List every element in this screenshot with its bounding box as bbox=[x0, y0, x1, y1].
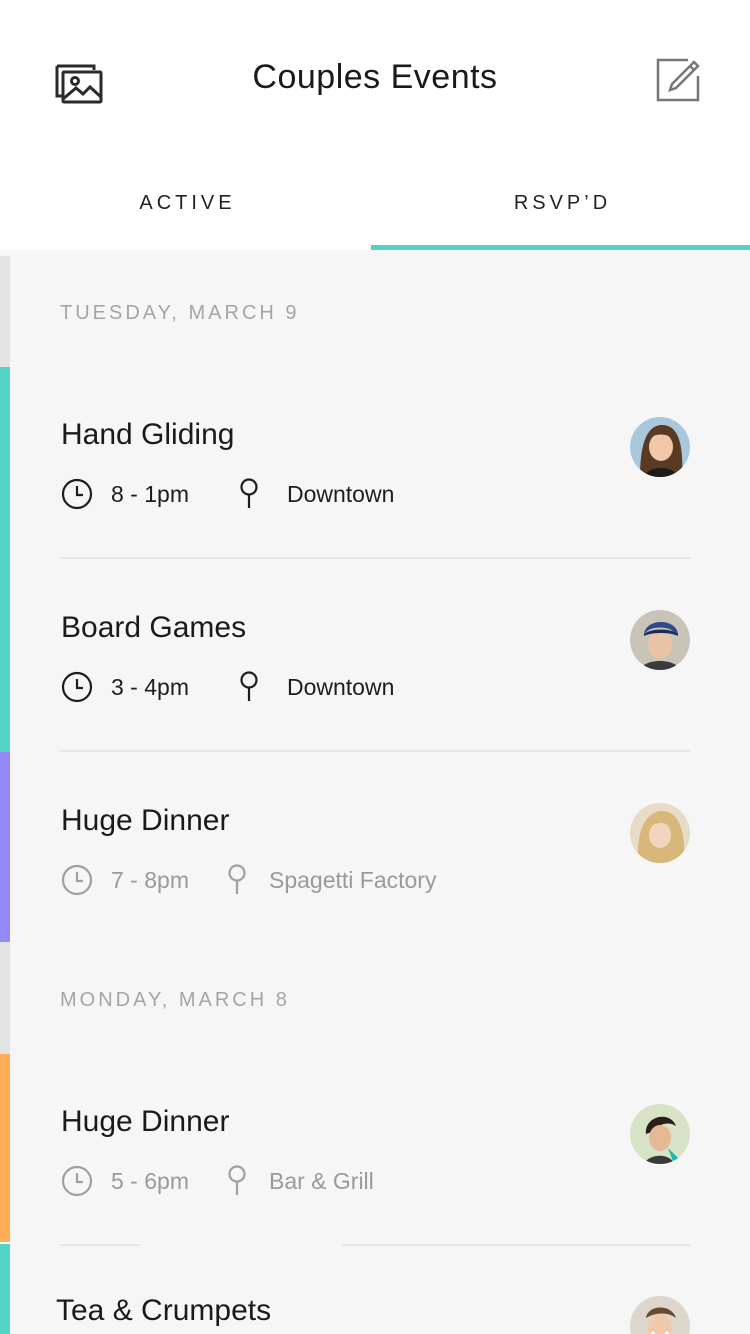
tab-rsvpd[interactable]: RSVP’D bbox=[375, 160, 750, 250]
avatar[interactable] bbox=[630, 417, 690, 477]
divider bbox=[342, 1244, 691, 1246]
event-location: Downtown bbox=[286, 480, 395, 507]
avatar[interactable] bbox=[630, 610, 690, 670]
event-meta: 8 - 1pm Downtown bbox=[61, 477, 394, 511]
app-header: Couples Events bbox=[0, 0, 750, 160]
event-item-huge-dinner-2[interactable]: Huge Dinner 5 - 6pm Bar & Grill bbox=[0, 1083, 750, 1247]
event-time: 3 - 4pm bbox=[111, 673, 189, 700]
divider bbox=[60, 1244, 140, 1246]
event-title: Board Games bbox=[61, 611, 247, 644]
clock-icon bbox=[61, 671, 93, 703]
page-title: Couples Events bbox=[252, 58, 498, 96]
event-item-board-games[interactable]: Board Games 3 - 4pm Downtown bbox=[0, 589, 750, 753]
event-title: Huge Dinner bbox=[61, 1105, 230, 1138]
tab-active[interactable]: ACTIVE bbox=[0, 160, 375, 250]
divider bbox=[60, 750, 691, 752]
event-time: 8 - 1pm bbox=[111, 480, 189, 507]
event-meta: 3 - 4pm Downtown bbox=[61, 670, 394, 704]
location-pin-icon bbox=[221, 864, 253, 896]
event-time: 7 - 8pm bbox=[111, 866, 189, 893]
events-list[interactable]: TUESDAY, MARCH 9 Hand Gliding 8 - 1pm Do… bbox=[0, 256, 750, 1334]
event-location: Spagetti Factory bbox=[268, 866, 437, 893]
clock-icon bbox=[61, 1165, 93, 1197]
event-location: Downtown bbox=[286, 673, 395, 700]
location-pin-icon bbox=[221, 1165, 253, 1197]
avatar[interactable] bbox=[630, 803, 690, 863]
event-item-huge-dinner-1[interactable]: Huge Dinner 7 - 8pm Spagetti Factory bbox=[0, 782, 750, 946]
location-pin-icon bbox=[233, 671, 265, 703]
event-title: Tea & Crumpets bbox=[56, 1294, 272, 1327]
date-header-tuesday: TUESDAY, MARCH 9 bbox=[60, 302, 300, 324]
location-pin-icon bbox=[233, 478, 265, 510]
event-item-hand-gliding[interactable]: Hand Gliding 8 - 1pm Downtown bbox=[0, 396, 750, 560]
divider bbox=[60, 557, 691, 559]
tab-bar: ACTIVE RSVP’D bbox=[0, 160, 750, 250]
event-title: Hand Gliding bbox=[61, 418, 235, 451]
date-header-monday: MONDAY, MARCH 8 bbox=[60, 989, 290, 1011]
compose-icon[interactable] bbox=[654, 56, 704, 106]
avatar[interactable] bbox=[630, 1104, 690, 1164]
stripe-date-2 bbox=[0, 942, 10, 1054]
clock-icon bbox=[61, 864, 93, 896]
event-meta: 5 - 6pm Bar & Grill bbox=[61, 1164, 374, 1198]
event-time: 5 - 6pm bbox=[111, 1167, 189, 1194]
event-title: Huge Dinner bbox=[61, 804, 230, 837]
event-meta: 7 - 8pm Spagetti Factory bbox=[61, 863, 436, 897]
event-location: Bar & Grill bbox=[268, 1167, 374, 1194]
avatar[interactable] bbox=[630, 1296, 690, 1334]
event-item-tea-crumpets[interactable]: Tea & Crumpets bbox=[0, 1272, 750, 1334]
tab-selected-indicator bbox=[371, 245, 750, 250]
clock-icon bbox=[61, 478, 93, 510]
stripe-date-1 bbox=[0, 256, 10, 367]
